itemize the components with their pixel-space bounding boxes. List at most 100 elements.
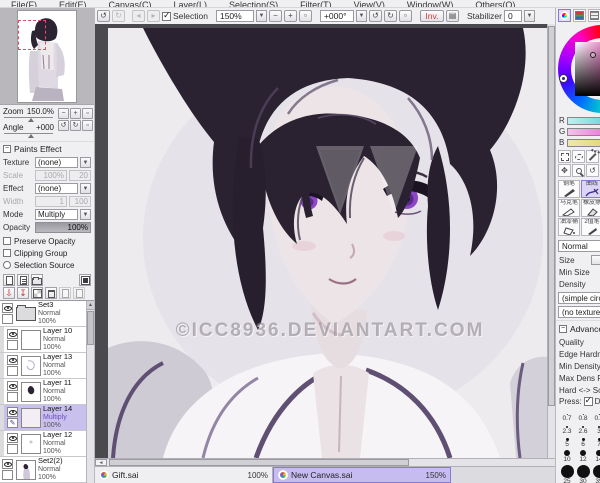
visibility-eye-icon[interactable] [8, 357, 17, 363]
color-wheel-tab[interactable] [558, 9, 571, 22]
zoom-out-view-button[interactable]: ◂ [132, 10, 145, 22]
brush-slot-pen[interactable]: 钢笔 [558, 180, 580, 198]
visibility-eye-icon[interactable] [8, 383, 17, 389]
size-preset[interactable]: 3 [591, 422, 600, 435]
tab-new-canvas-sai[interactable]: New Canvas.sai 150% [273, 467, 451, 483]
redo-button[interactable]: ↻ [112, 10, 125, 22]
menu-selection[interactable]: Selection(S) [218, 0, 289, 7]
new-layer-button[interactable] [3, 274, 15, 286]
menu-canvas[interactable]: Canvas(C) [98, 0, 163, 7]
sv-cursor[interactable] [590, 52, 596, 58]
navigator-view-rect[interactable] [18, 20, 46, 50]
saturation-value-square[interactable] [575, 42, 600, 96]
menu-filter[interactable]: Filter(T) [289, 0, 343, 7]
menu-others[interactable]: Others(O) [464, 0, 526, 7]
size-preset[interactable]: 7 [591, 435, 600, 448]
clipping-group-row[interactable]: Clipping Group [3, 247, 91, 259]
selection-checkbox[interactable] [162, 10, 171, 21]
nav-zoom-reset-button[interactable]: ▫ [82, 108, 93, 119]
green-slider[interactable] [567, 127, 600, 136]
tab-gift-sai[interactable]: Gift.sai 100% [95, 467, 273, 483]
layer-mask-button[interactable] [79, 274, 91, 286]
brush-slot-binary-pen[interactable]: 2值笔 [581, 218, 600, 236]
visibility-eye-icon[interactable] [3, 305, 12, 311]
brush-shape-select[interactable]: (simple circle) [558, 292, 600, 304]
size-preset[interactable]: 2.3 [559, 422, 575, 435]
rgb-slider-tab[interactable] [573, 9, 586, 22]
size-preset[interactable]: 30 [575, 463, 591, 483]
zoom-in-view-button[interactable]: ▸ [147, 10, 160, 22]
collapse-icon[interactable]: − [559, 325, 567, 333]
layer-row-layer12[interactable]: Layer 12 Normal 100% [0, 431, 86, 457]
size-preset[interactable]: 0.9 [591, 409, 600, 422]
rotate-ccw-button[interactable]: ↺ [368, 10, 382, 22]
angle-value-field[interactable]: +000° [319, 10, 354, 22]
size-unit-button[interactable] [590, 255, 600, 265]
nav-zoom-in-button[interactable]: + [70, 108, 81, 119]
brush-texture-select[interactable]: (no texture) [558, 306, 600, 318]
nav-angle-slider[interactable] [4, 133, 53, 138]
size-preset[interactable]: 14 [591, 448, 600, 463]
angle-dropdown-icon[interactable]: ▼ [355, 10, 367, 22]
size-preset[interactable]: 2.6 [575, 422, 591, 435]
color-mixer-tab[interactable] [588, 9, 600, 22]
blue-slider[interactable] [567, 138, 600, 147]
size-preset[interactable]: 25 [559, 463, 575, 483]
zoom-minus-button[interactable]: − [268, 10, 282, 22]
size-preset[interactable]: 35 [591, 463, 600, 483]
preserve-opacity-row[interactable]: Preserve Opacity [3, 235, 91, 247]
menu-view[interactable]: View(V) [343, 0, 396, 7]
undo-button[interactable]: ↺ [97, 10, 110, 22]
new-folder-button[interactable] [31, 274, 43, 286]
visibility-eye-icon[interactable] [8, 409, 17, 415]
selection-source-row[interactable]: Selection Source [3, 259, 91, 271]
stabilizer-dropdown-icon[interactable]: ▼ [523, 10, 535, 22]
layer-row-layer14-selected[interactable]: ✎ Layer 14 Multiply 100% [0, 405, 86, 431]
opacity-slider[interactable]: 100% [35, 222, 91, 233]
nav-zoom-out-button[interactable]: − [58, 108, 69, 119]
visibility-eye-icon[interactable] [8, 435, 17, 441]
layer-list-scrollbar[interactable]: ▲ [86, 301, 94, 483]
hue-marker[interactable] [560, 75, 567, 82]
menu-file[interactable]: File(F) [0, 0, 48, 7]
preserve-opacity-checkbox[interactable] [3, 237, 11, 245]
brush-blend-mode-select[interactable]: Normal [558, 240, 600, 252]
canvas-vertical-scrollbar[interactable] [547, 24, 555, 458]
size-preset[interactable]: 5 [559, 435, 575, 448]
navigator[interactable] [0, 8, 94, 105]
stabilizer-field[interactable]: 0 [503, 10, 522, 22]
visibility-eye-icon[interactable] [3, 461, 12, 467]
artwork-canvas[interactable]: ©ICC8936.DEVIANTART.COM [108, 28, 555, 458]
rect-select-tool[interactable] [558, 150, 571, 163]
canvas-area[interactable]: ©ICC8936.DEVIANTART.COM [95, 24, 555, 458]
mode-select[interactable]: Multiply [35, 209, 78, 220]
rotate-cw-button[interactable]: ↻ [383, 10, 397, 22]
lasso-tool[interactable] [572, 150, 585, 163]
flip-view-button[interactable]: ▤ [445, 10, 459, 22]
menu-edit[interactable]: Edit(E) [48, 0, 98, 7]
magic-wand-tool[interactable] [586, 150, 599, 163]
size-preset[interactable]: 0.7 [559, 409, 575, 422]
nav-zoom-slider[interactable] [4, 117, 53, 122]
zoom-tool[interactable] [572, 164, 585, 177]
press-dens-checkbox[interactable] [583, 395, 593, 406]
hand-tool[interactable]: ↺ [586, 164, 599, 177]
layer-row-set3[interactable]: Set3 Normal 100% [0, 301, 86, 327]
scroll-left-icon[interactable]: ◄ [95, 459, 107, 466]
zoom-value-field[interactable]: 150% [215, 10, 254, 22]
layer-row-layer10[interactable]: Layer 10 Normal 100% [0, 327, 86, 353]
invert-view-button[interactable]: Inv. [419, 10, 444, 22]
brush-slot-bucket[interactable]: 油漆桶 [558, 218, 580, 236]
h-scroll-thumb[interactable] [109, 459, 409, 466]
menu-layer[interactable]: Layer(L) [163, 0, 219, 7]
new-lineart-layer-button[interactable] [17, 274, 29, 286]
brush-slot-curve-selected[interactable]: 曲线 [581, 180, 600, 198]
brush-slot-marker[interactable]: 马克笔 [558, 199, 580, 217]
menu-window[interactable]: Window(W) [396, 0, 465, 7]
effect-dropdown-icon[interactable]: ▼ [80, 183, 91, 194]
collapse-icon[interactable]: − [3, 145, 11, 153]
mode-dropdown-icon[interactable]: ▼ [80, 209, 91, 220]
delete-layer-button[interactable] [45, 287, 57, 299]
copy-layer-button[interactable] [59, 287, 71, 299]
paste-layer-button[interactable] [73, 287, 85, 299]
